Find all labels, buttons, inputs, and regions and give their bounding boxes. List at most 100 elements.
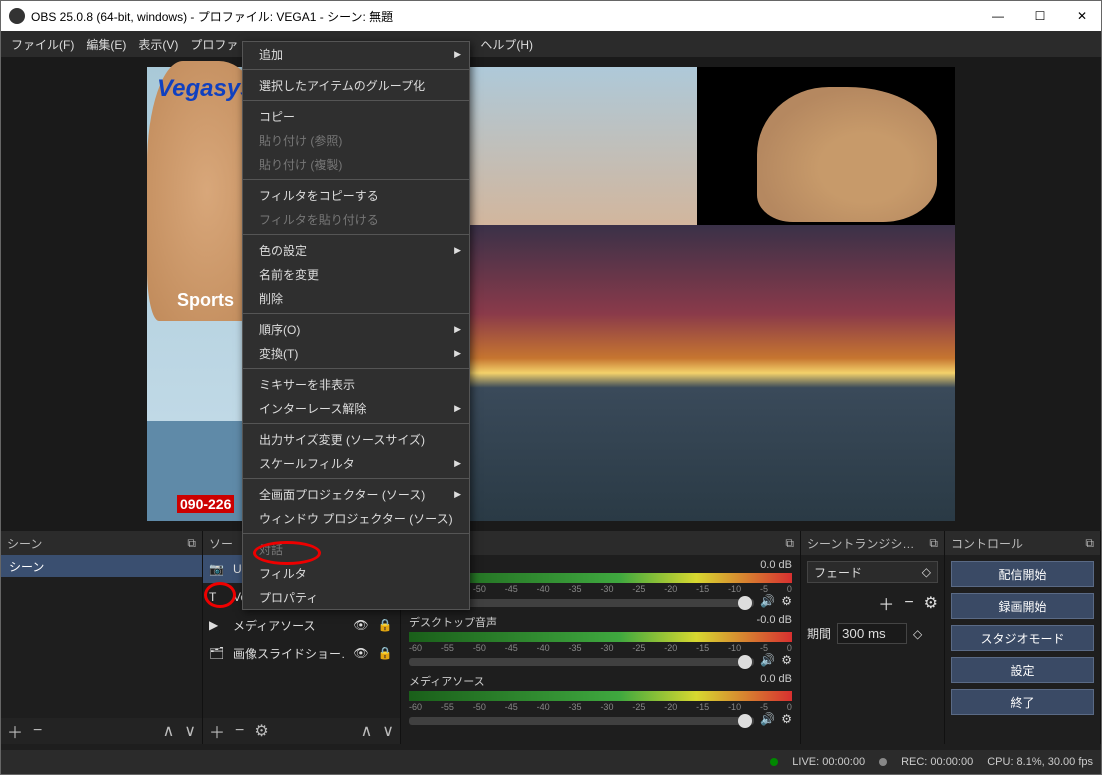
source-label: 画像スライドショー…	[233, 645, 346, 662]
phone-text: 090-226	[177, 495, 234, 513]
annotation-circle-filter	[253, 541, 321, 565]
scene-up-button[interactable]: ∧	[163, 721, 175, 741]
preview-source-4: 090-226	[147, 421, 247, 521]
title-bar: OBS 25.0.8 (64-bit, windows) - プロファイル: V…	[1, 1, 1101, 31]
menu-view[interactable]: 表示(V)	[138, 36, 178, 53]
minimize-button[interactable]: —	[991, 9, 1005, 23]
context-menu-item[interactable]: プロパティ	[243, 585, 469, 609]
context-menu-item[interactable]: インターレース解除	[243, 396, 469, 420]
context-menu-item: フィルタを貼り付ける	[243, 207, 469, 231]
camera-icon: 📷	[209, 562, 227, 576]
control-button[interactable]: 録画開始	[951, 593, 1094, 619]
menu-bar: ファイル(F) 編集(E) 表示(V) プロファ ヘルプ(H)	[1, 31, 1101, 57]
source-down-button[interactable]: ∨	[382, 721, 394, 741]
scene-item[interactable]: シーン	[1, 555, 202, 577]
scene-add-button[interactable]: ＋	[7, 719, 23, 743]
scene-down-button[interactable]: ∨	[184, 721, 196, 741]
transition-duration-input[interactable]	[837, 623, 907, 644]
mixer-channel: メディアソース0.0 dB-60-55-50-45-40-35-30-25-20…	[409, 673, 792, 726]
menu-file[interactable]: ファイル(F)	[11, 36, 74, 53]
menu-help[interactable]: ヘルプ(H)	[480, 36, 533, 53]
scenes-popout-icon[interactable]: ⧉	[187, 536, 196, 551]
control-button[interactable]: 設定	[951, 657, 1094, 683]
context-menu-item[interactable]: 色の設定	[243, 238, 469, 262]
context-menu-item[interactable]: 出力サイズ変更 (ソースサイズ)	[243, 427, 469, 451]
chevron-updown-icon: ◇	[922, 565, 931, 579]
mixer-volume-slider[interactable]	[409, 658, 754, 666]
sports-text: Sports	[177, 290, 234, 311]
lock-toggle[interactable]: 🔒	[376, 618, 394, 632]
mixer-mute-button[interactable]: 🔊	[760, 712, 775, 726]
visibility-toggle[interactable]: 👁	[352, 646, 370, 660]
source-add-button[interactable]: ＋	[209, 719, 225, 743]
mixer-volume-slider[interactable]	[409, 717, 754, 725]
mixer-popout-icon[interactable]: ⧉	[785, 536, 794, 551]
controls-header: コントロール	[951, 535, 1023, 552]
trans-remove-button[interactable]: −	[904, 594, 913, 612]
ctrl-popout-icon[interactable]: ⧉	[1085, 536, 1094, 551]
slides-icon: 🗂	[209, 646, 227, 660]
transition-duration-label: 期間	[807, 625, 831, 642]
context-menu-item[interactable]: 選択したアイテムのグループ化	[243, 73, 469, 97]
scene-remove-button[interactable]: −	[33, 722, 42, 740]
spinner-icon[interactable]: ◇	[913, 627, 922, 641]
context-menu-item[interactable]: 全画面プロジェクター (ソース)	[243, 482, 469, 506]
source-settings-button[interactable]: ⚙	[254, 721, 268, 741]
mixer-db: 0.0 dB	[760, 673, 792, 689]
preview-source-2	[447, 67, 697, 225]
lock-toggle[interactable]: 🔒	[376, 646, 394, 660]
mixer-meter	[409, 691, 792, 701]
mixer-settings-button[interactable]: ⚙	[781, 594, 792, 608]
source-label: メディアソース	[233, 617, 346, 634]
trans-popout-icon[interactable]: ⧉	[929, 536, 938, 551]
mixer-mute-button[interactable]: 🔊	[760, 653, 775, 667]
status-live: LIVE: 00:00:00	[792, 756, 865, 768]
status-rec: REC: 00:00:00	[901, 756, 973, 768]
control-button[interactable]: スタジオモード	[951, 625, 1094, 651]
context-menu-item[interactable]: コピー	[243, 104, 469, 128]
transition-select[interactable]: フェード◇	[807, 561, 938, 583]
window-title: OBS 25.0.8 (64-bit, windows) - プロファイル: V…	[31, 8, 393, 25]
context-menu-item[interactable]: 順序(O)	[243, 317, 469, 341]
context-menu-item[interactable]: 変換(T)	[243, 341, 469, 365]
context-menu-item[interactable]: フィルタをコピーする	[243, 183, 469, 207]
status-dot-icon	[770, 758, 778, 766]
context-menu-item[interactable]: 名前を変更	[243, 262, 469, 286]
controls-panel: コントロール ⧉ 配信開始録画開始スタジオモード設定終了	[945, 531, 1101, 744]
control-button[interactable]: 終了	[951, 689, 1094, 715]
menu-profile[interactable]: プロファ	[190, 36, 238, 53]
context-menu-item[interactable]: 追加	[243, 42, 469, 66]
mixer-channel: デスクトップ音声-0.0 dB-60-55-50-45-40-35-30-25-…	[409, 614, 792, 667]
trans-add-button[interactable]: ＋	[878, 591, 894, 615]
source-up-button[interactable]: ∧	[361, 721, 373, 741]
play-icon: ▶	[209, 618, 227, 632]
mixer-settings-button[interactable]: ⚙	[781, 653, 792, 667]
context-menu-item[interactable]: ウィンドウ プロジェクター (ソース)	[243, 506, 469, 530]
annotation-circle-camera	[204, 582, 236, 608]
mixer-channel-name: メディアソース	[409, 673, 485, 689]
mixer-db: -0.0 dB	[757, 614, 792, 630]
status-cpu: CPU: 8.1%, 30.00 fps	[987, 756, 1093, 768]
maximize-button[interactable]: ☐	[1033, 9, 1047, 23]
status-rec-dot-icon	[879, 758, 887, 766]
status-bar: LIVE: 00:00:00 REC: 00:00:00 CPU: 8.1%, …	[1, 750, 1101, 774]
trans-settings-button[interactable]: ⚙	[924, 593, 938, 613]
source-item[interactable]: ▶ メディアソース 👁 🔒	[203, 611, 400, 639]
mixer-settings-button[interactable]: ⚙	[781, 712, 792, 726]
visibility-toggle[interactable]: 👁	[352, 618, 370, 632]
control-button[interactable]: 配信開始	[951, 561, 1094, 587]
context-menu-item[interactable]: 削除	[243, 286, 469, 310]
context-menu-item[interactable]: ミキサーを非表示	[243, 372, 469, 396]
mixer-channel-name: デスクトップ音声	[409, 614, 497, 630]
preview-source-3	[447, 225, 955, 521]
menu-edit[interactable]: 編集(E)	[86, 36, 126, 53]
close-button[interactable]: ✕	[1075, 9, 1089, 23]
source-remove-button[interactable]: −	[235, 722, 244, 740]
context-menu-item[interactable]: スケールフィルタ	[243, 451, 469, 475]
context-menu: 追加選択したアイテムのグループ化コピー貼り付け (参照)貼り付け (複製)フィル…	[242, 41, 470, 610]
source-item[interactable]: 🗂 画像スライドショー… 👁 🔒	[203, 639, 400, 667]
context-menu-item: 貼り付け (参照)	[243, 128, 469, 152]
mixer-mute-button[interactable]: 🔊	[760, 594, 775, 608]
scenes-panel: シーン⧉ シーン ＋ − ∧ ∨	[1, 531, 203, 744]
context-menu-item[interactable]: フィルタ	[243, 561, 469, 585]
